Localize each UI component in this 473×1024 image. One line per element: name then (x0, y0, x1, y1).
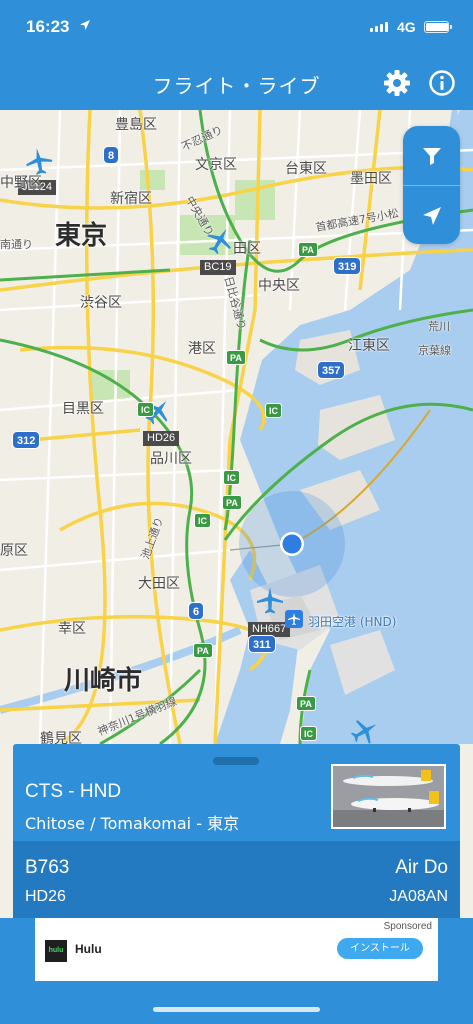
road-label: 荒川 (428, 320, 450, 333)
map-label: 渋谷区 (80, 295, 122, 311)
map-label: 豊島区 (115, 117, 157, 133)
airport-icon (285, 610, 303, 628)
map-label: 大田区 (138, 576, 180, 592)
airport-label: 羽田空港 (HND) (308, 615, 397, 629)
status-time: 16:23 (26, 17, 70, 36)
map-label: 中央区 (258, 278, 300, 294)
flight-details: B763 Air Do HD26 JA08AN (13, 841, 460, 918)
ic-badge: IC (223, 470, 240, 485)
airplane-icon[interactable] (350, 716, 380, 744)
home-indicator[interactable] (153, 1007, 320, 1012)
ic-badge: IC (300, 726, 317, 741)
road-label: 南通り (0, 238, 33, 251)
map-label: 墨田区 (350, 171, 392, 187)
pa-badge: PA (296, 696, 316, 711)
map-label: 東京 (55, 221, 108, 251)
aircraft-type: B763 (25, 857, 70, 878)
road-label: 京葉線 (418, 344, 451, 357)
map-label: 台東区 (285, 161, 327, 177)
sponsored-label: Sponsored (383, 921, 432, 932)
pa-badge: PA (193, 643, 213, 658)
map-label: 鶴見区 (40, 731, 82, 744)
aircraft-photo[interactable] (331, 764, 446, 829)
flight-route: CTS - HND (25, 781, 122, 802)
nav-bar: フライト・ライブ (0, 58, 473, 110)
map-label: 港区 (188, 341, 216, 357)
info-icon[interactable] (428, 69, 456, 97)
airline-name: Air Do (395, 857, 448, 878)
route-shield: 8 (103, 146, 120, 164)
app-root: 16:23 4G フライト・ライブ JL124 BC19 HD26 NH667 … (0, 0, 473, 1024)
route-shield: 6 (188, 602, 205, 620)
map-label: 江東区 (348, 338, 390, 354)
flight-number: HD26 (25, 888, 66, 905)
map-label: 中野区 (0, 175, 42, 191)
pa-badge: PA (298, 242, 318, 257)
route-shield: 311 (248, 635, 276, 653)
map-label: 幸区 (58, 621, 86, 637)
status-bar: 16:23 4G (0, 0, 473, 58)
ad-banner[interactable]: Sponsored hulu Hulu インストール (35, 918, 438, 981)
map-label: 川崎市 (64, 666, 143, 696)
map-label: 田区 (233, 241, 261, 257)
battery-level (426, 23, 448, 31)
pa-badge: PA (226, 350, 246, 365)
route-shield: 312 (12, 431, 41, 449)
network-type: 4G (397, 19, 416, 35)
location-arrow-icon (80, 20, 90, 30)
ad-app-name: Hulu (75, 942, 102, 956)
route-shield: 357 (317, 361, 346, 379)
pa-badge: IC (194, 513, 211, 528)
aircraft-photo-image (333, 766, 444, 827)
signal-icon (370, 22, 388, 32)
map-label: 原区 (0, 543, 28, 559)
map-controls (403, 126, 460, 244)
ic-badge: IC (265, 403, 282, 418)
flight-cities: Chitose / Tomakomai - 東京 (25, 814, 240, 833)
filter-icon (422, 147, 441, 165)
map-label: 目黒区 (62, 401, 104, 417)
pa-badge: PA (222, 495, 242, 510)
flight-tag[interactable]: BC19 (200, 260, 236, 275)
battery-icon (424, 21, 452, 33)
drag-handle[interactable] (213, 757, 259, 765)
locate-button[interactable] (403, 186, 460, 244)
registration: JA08AN (389, 888, 448, 905)
map-label: 新宿区 (110, 191, 152, 207)
flight-tag[interactable]: HD26 (143, 431, 180, 446)
map-label: 品川区 (150, 451, 192, 467)
ic-badge: IC (137, 402, 154, 417)
install-button[interactable]: インストール (337, 938, 423, 959)
location-icon (422, 206, 441, 225)
filter-button[interactable] (403, 126, 460, 185)
flight-info-sheet[interactable]: CTS - HND Chitose / Tomakomai - 東京 B763 … (13, 744, 460, 918)
hulu-logo-icon: hulu (45, 940, 67, 962)
gear-icon[interactable] (383, 69, 411, 97)
airplane-icon[interactable] (255, 585, 285, 615)
map-label: 文京区 (195, 157, 237, 173)
route-shield: 319 (333, 257, 362, 275)
